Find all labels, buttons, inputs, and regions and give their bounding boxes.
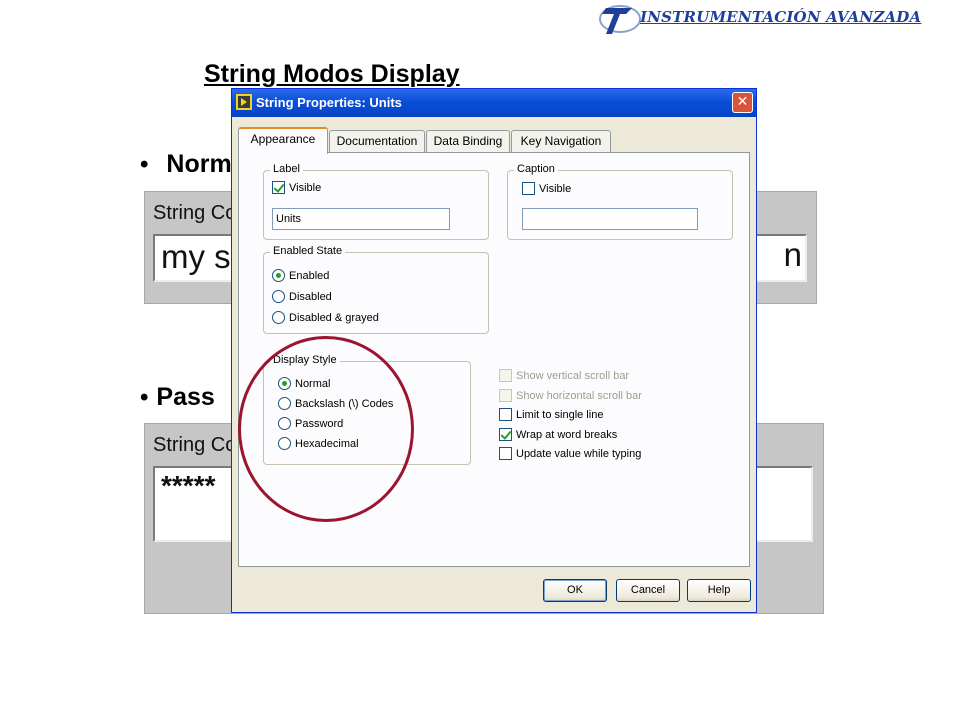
checkbox-unchecked-icon — [499, 408, 512, 421]
faculty-logo-icon — [599, 5, 641, 34]
dialog-title: String Properties: Units — [256, 95, 402, 110]
radio-disabled-grayed-label: Disabled & grayed — [289, 311, 379, 324]
label-group-title: Label — [270, 163, 303, 175]
bullet-password-text: Pass — [156, 383, 215, 411]
bullet-dot: • — [140, 151, 149, 178]
checkbox-update-value-while-typing[interactable]: Update value while typing — [499, 447, 641, 460]
checkbox-checked-icon — [272, 181, 285, 194]
limit-to-single-line-label: Limit to single line — [516, 408, 604, 421]
bullet-normal-text: Norm — [166, 150, 232, 178]
show-vertical-scroll-bar-label: Show vertical scroll bar — [516, 369, 630, 382]
string-control-field-tail: n — [783, 236, 802, 273]
checkbox-show-vertical-scroll-bar[interactable]: Show vertical scroll bar — [499, 369, 629, 382]
header-brand: INSTRUMENTACIÓN AVANZADA — [598, 2, 954, 42]
show-horizontal-scroll-bar-label: Show horizontal scroll bar — [516, 389, 642, 402]
update-value-while-typing-label: Update value while typing — [516, 447, 642, 460]
tab-documentation[interactable]: Documentation — [329, 130, 425, 152]
caption-text-input[interactable] — [522, 208, 698, 230]
highlight-ring-annotation — [238, 336, 414, 522]
ok-button[interactable]: OK — [543, 579, 607, 602]
close-icon: ✕ — [736, 94, 749, 110]
checkbox-show-horizontal-scroll-bar[interactable]: Show horizontal scroll bar — [499, 389, 642, 402]
checkbox-disabled-icon — [499, 369, 512, 382]
enabled-state-group: Enabled State Enabled Disabled Disabled … — [263, 245, 489, 334]
radio-selected-icon — [272, 269, 285, 282]
radio-enabled[interactable]: Enabled — [272, 269, 329, 282]
radio-icon — [272, 290, 285, 303]
dialog-titlebar[interactable]: String Properties: Units ✕ — [232, 89, 756, 117]
close-button[interactable]: ✕ — [732, 92, 753, 113]
tab-key-navigation[interactable]: Key Navigation — [511, 130, 611, 152]
brand-text: INSTRUMENTACIÓN AVANZADA — [640, 8, 922, 26]
label-visible-text: Visible — [289, 181, 322, 194]
cancel-button[interactable]: Cancel — [616, 579, 680, 602]
radio-disabled[interactable]: Disabled — [272, 290, 332, 303]
label-text-input[interactable]: Units — [272, 208, 450, 230]
checkbox-unchecked-icon — [499, 447, 512, 460]
wrap-at-word-breaks-label: Wrap at word breaks — [516, 428, 618, 441]
caption-group: Caption Visible — [507, 163, 733, 240]
caption-visible-text: Visible — [539, 182, 572, 195]
radio-enabled-label: Enabled — [289, 269, 330, 282]
tab-appearance[interactable]: Appearance — [238, 127, 328, 154]
label-group: Label Visible Units — [263, 163, 489, 240]
labview-icon — [236, 94, 252, 110]
label-visible-checkbox[interactable]: Visible — [272, 181, 321, 194]
string-control-label: String Co — [153, 434, 237, 456]
checkbox-limit-to-single-line[interactable]: Limit to single line — [499, 408, 603, 421]
enabled-state-title: Enabled State — [270, 245, 346, 257]
checkbox-wrap-at-word-breaks[interactable]: Wrap at word breaks — [499, 428, 617, 441]
bullet-normal: • Norm — [140, 150, 232, 179]
slide-title: String Modos Display — [204, 60, 460, 88]
caption-visible-checkbox[interactable]: Visible — [522, 182, 571, 195]
checkbox-disabled-icon — [499, 389, 512, 402]
caption-group-title: Caption — [514, 163, 558, 175]
radio-disabled-grayed[interactable]: Disabled & grayed — [272, 311, 379, 324]
tab-data-binding[interactable]: Data Binding — [426, 130, 510, 152]
checkbox-unchecked-icon — [522, 182, 535, 195]
bullet-dot: • — [140, 384, 149, 411]
radio-disabled-label: Disabled — [289, 290, 332, 303]
help-button[interactable]: Help — [687, 579, 751, 602]
checkbox-checked-icon — [499, 428, 512, 441]
radio-icon — [272, 311, 285, 324]
bullet-password: • Pass — [140, 383, 215, 412]
